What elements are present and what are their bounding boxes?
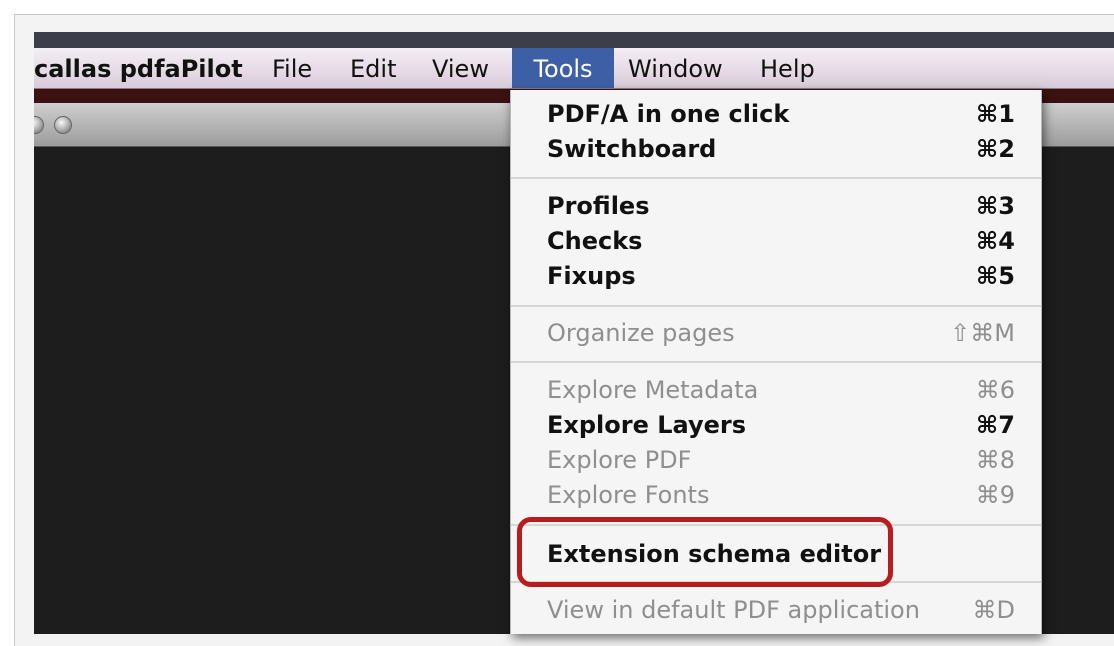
menu-tools[interactable]: Tools <box>512 48 614 88</box>
menu-item-shortcut: ⇧⌘M <box>950 319 1015 347</box>
menu-item-organize-pages: Organize pages ⇧⌘M <box>511 316 1041 350</box>
menu-item-shortcut: ⌘9 <box>975 481 1015 509</box>
menu-item-explore-pdf: Explore PDF ⌘8 <box>511 443 1041 477</box>
menu-item-label: Explore Fonts <box>547 481 710 509</box>
menu-item-shortcut: ⌘D <box>972 596 1015 624</box>
menu-item-shortcut: ⌘5 <box>976 262 1015 290</box>
menu-item-label: Explore Layers <box>547 411 747 439</box>
menu-item-label: Checks <box>547 227 643 255</box>
menu-item-profiles[interactable]: Profiles ⌘3 <box>511 189 1041 223</box>
menu-bar: callas pdfaPilot File Edit View Tools Wi… <box>34 48 1114 89</box>
menu-item-checks[interactable]: Checks ⌘4 <box>511 224 1041 258</box>
menu-item-label: View in default PDF application <box>547 596 920 624</box>
menu-item-switchboard[interactable]: Switchboard ⌘2 <box>511 132 1041 166</box>
menu-window[interactable]: Window <box>628 48 723 88</box>
menu-separator <box>511 305 1041 307</box>
menu-item-shortcut: ⌘8 <box>975 446 1015 474</box>
menu-file[interactable]: File <box>272 48 312 88</box>
app-menu[interactable]: callas pdfaPilot <box>34 48 243 88</box>
menu-help[interactable]: Help <box>760 48 815 88</box>
menu-item-shortcut: ⌘4 <box>976 227 1015 255</box>
menu-item-explore-layers[interactable]: Explore Layers ⌘7 <box>511 408 1041 442</box>
menu-item-label: Explore Metadata <box>547 376 759 404</box>
window-button-icon[interactable] <box>54 116 72 134</box>
menu-separator <box>511 361 1041 363</box>
menu-item-shortcut: ⌘1 <box>976 100 1015 128</box>
menu-item-label: PDF/A in one click <box>547 100 790 128</box>
menu-item-fixups[interactable]: Fixups ⌘5 <box>511 259 1041 293</box>
highlight-annotation <box>517 517 893 587</box>
menu-item-shortcut: ⌘6 <box>975 376 1015 404</box>
menu-separator <box>511 177 1041 179</box>
menu-item-label: Organize pages <box>547 319 735 347</box>
menu-item-shortcut: ⌘7 <box>976 411 1015 439</box>
menu-item-explore-fonts: Explore Fonts ⌘9 <box>511 478 1041 512</box>
menu-item-pdfa-one-click[interactable]: PDF/A in one click ⌘1 <box>511 97 1041 131</box>
menu-edit[interactable]: Edit <box>350 48 396 88</box>
menu-item-label: Fixups <box>547 262 636 290</box>
menu-item-label: Switchboard <box>547 135 717 163</box>
top-edge <box>34 32 1114 48</box>
menu-item-shortcut: ⌘2 <box>976 135 1015 163</box>
menu-item-view-default-pdf: View in default PDF application ⌘D <box>511 593 1041 627</box>
menu-item-explore-metadata: Explore Metadata ⌘6 <box>511 373 1041 407</box>
menu-item-label: Profiles <box>547 192 650 220</box>
menu-view[interactable]: View <box>432 48 489 88</box>
menu-item-label: Explore PDF <box>547 446 692 474</box>
menu-item-shortcut: ⌘3 <box>976 192 1015 220</box>
window-button-icon[interactable] <box>34 116 44 134</box>
